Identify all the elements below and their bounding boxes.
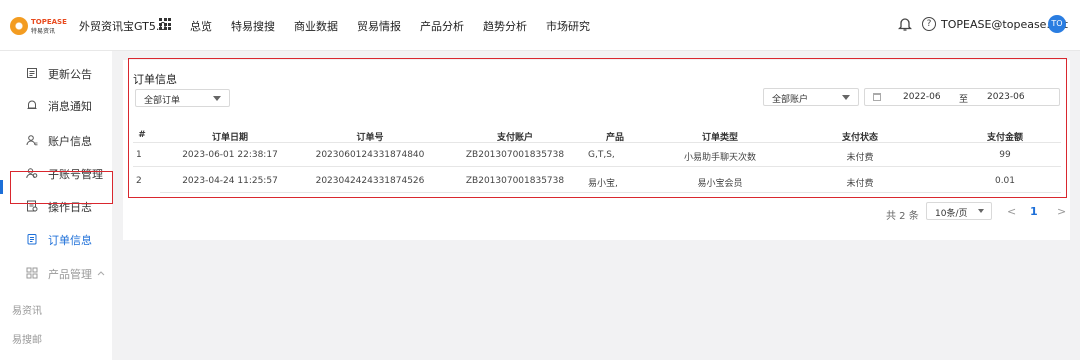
page-number-current[interactable]: 1 [1030,205,1038,218]
help-icon[interactable]: ? [922,17,936,31]
user-icon [26,135,38,146]
nav-trend-analysis[interactable]: 趋势分析 [483,18,527,34]
pagination-total: 共 2 条 [886,211,919,222]
sidebar-item-label: 订单信息 [48,234,92,247]
nav-market-research[interactable]: 市场研究 [546,18,590,34]
sidebar-item-notifications[interactable]: 消息通知 [0,89,112,121]
prev-page-button[interactable]: < [1007,205,1016,218]
bell-icon [27,100,37,109]
logo-mark-icon [10,17,28,35]
nav-trade-intel[interactable]: 贸易情报 [357,18,401,34]
bell-icon[interactable] [898,16,912,32]
nav-search[interactable]: 特易搜搜 [231,18,275,34]
page-size-select[interactable]: 10条/页 [926,202,992,220]
order-icon [27,234,37,245]
active-indicator [0,180,3,194]
sidebar-item-label: 账户信息 [48,135,92,148]
active-highlight-box [10,171,113,204]
app-name: 外贸资讯宝GT5.0 [79,20,167,33]
sidebar-subitem-yizixun[interactable]: 易资讯 [12,302,42,317]
top-bar: TOPEASE 特易资讯 外贸资讯宝GT5.0 总览 特易搜搜 商业数据 贸易情… [0,0,1080,51]
sidebar-subitem-yisouyou[interactable]: 易搜邮 [12,331,42,346]
nav-business-data[interactable]: 商业数据 [294,18,338,34]
chevron-up-icon [97,271,105,276]
apps-grid-icon[interactable] [159,18,171,30]
nav-overview[interactable]: 总览 [190,18,212,34]
logo-text: TOPEASE [31,18,67,26]
avatar[interactable]: TO [1048,15,1066,33]
grid-icon [26,267,38,279]
next-page-button[interactable]: > [1057,205,1066,218]
sidebar-item-account[interactable]: 账户信息 [0,124,112,156]
nav-product-analysis[interactable]: 产品分析 [420,18,464,34]
sidebar: 更新公告 消息通知 账户信息 子账号管理 操作日志 订单信息 产品管理 易资讯 … [0,51,112,360]
sidebar-item-label: 更新公告 [48,68,92,81]
topease-logo[interactable]: TOPEASE 特易资讯 [10,17,76,35]
announcement-icon [27,68,37,78]
sidebar-item-orders[interactable]: 订单信息 [0,223,112,255]
table-highlight-box [128,58,1067,198]
page-size-value: 10条/页 [935,209,968,219]
logo-subtext: 特易资讯 [31,28,56,35]
caret-down-icon [978,209,984,213]
main-nav: 总览 特易搜搜 商业数据 贸易情报 产品分析 趋势分析 市场研究 [190,18,609,34]
sidebar-item-label: 产品管理 [48,268,92,281]
sidebar-item-product-management[interactable]: 产品管理 [0,257,112,289]
sidebar-item-label: 消息通知 [48,100,92,113]
sidebar-item-announcements[interactable]: 更新公告 [0,57,112,89]
